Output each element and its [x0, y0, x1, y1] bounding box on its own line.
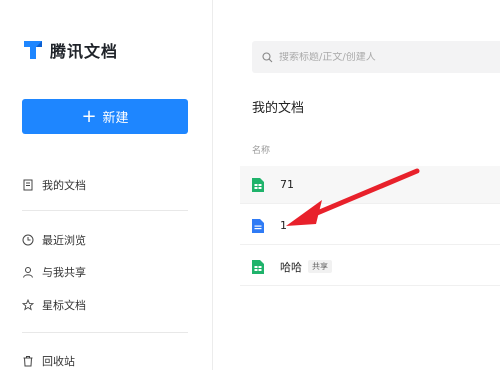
new-button[interactable]: + 新建 [22, 99, 188, 134]
file-name: 71 [280, 178, 294, 191]
sidebar-item-label: 星标文档 [42, 299, 86, 312]
sidebar-item-label: 回收站 [42, 355, 75, 368]
sidebar-item-trash[interactable]: 回收站 [22, 353, 75, 369]
plus-icon: + [81, 105, 97, 127]
clock-icon [22, 234, 34, 246]
tencent-docs-logo-icon [24, 41, 42, 59]
shared-badge: 共享 [308, 260, 332, 273]
trash-icon [23, 356, 33, 367]
sidebar-item-shared[interactable]: 与我共享 [22, 264, 86, 280]
file-row[interactable]: 1 [240, 207, 500, 245]
column-header-name[interactable]: 名称 [252, 143, 270, 156]
file-name: 1 [280, 219, 287, 232]
sidebar-item-my-docs[interactable]: 我的文档 [22, 177, 86, 193]
app-logo[interactable]: 腾讯文档 [22, 38, 118, 62]
sidebar-item-label: 与我共享 [42, 266, 86, 279]
spreadsheet-icon [252, 259, 264, 274]
sidebar-divider [22, 332, 188, 333]
page-title: 我的文档 [252, 101, 305, 116]
app-title: 腾讯文档 [50, 42, 119, 61]
search-box[interactable] [252, 41, 500, 73]
file-name: 哈哈 [280, 260, 302, 274]
new-button-label: 新建 [102, 111, 129, 126]
sidebar-item-label: 我的文档 [42, 179, 86, 192]
main-panel: 我的文档 名称 71 1 哈哈 共享 [214, 0, 500, 370]
search-icon [262, 51, 273, 62]
sidebar-divider [22, 210, 188, 211]
search-input[interactable] [279, 51, 499, 63]
spreadsheet-icon [252, 177, 264, 192]
user-icon [23, 267, 33, 278]
file-row[interactable]: 71 [240, 166, 500, 204]
star-icon [22, 299, 34, 311]
sidebar-item-label: 最近浏览 [42, 234, 86, 247]
document-icon [23, 179, 33, 191]
sidebar: 腾讯文档 + 新建 我的文档 最近浏览 与我共享 星标文档 回收站 [0, 0, 213, 370]
sidebar-item-starred[interactable]: 星标文档 [22, 297, 86, 313]
sidebar-item-recent[interactable]: 最近浏览 [22, 232, 86, 248]
document-file-icon [252, 218, 264, 233]
file-row[interactable]: 哈哈 共享 [240, 248, 500, 286]
